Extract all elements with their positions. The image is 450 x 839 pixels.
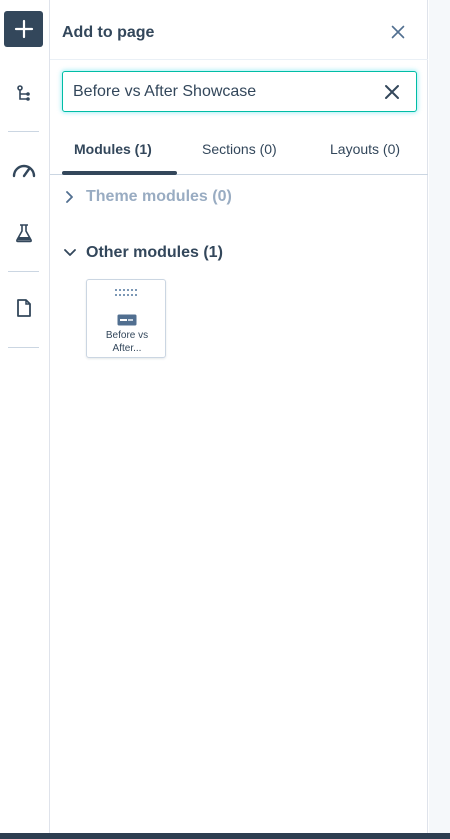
tab-layouts[interactable]: Layouts (0) (330, 141, 400, 157)
document-icon (16, 299, 31, 317)
left-toolbar (0, 0, 50, 839)
panel-header: Add to page (50, 0, 428, 60)
rail-divider (8, 271, 39, 272)
group-label: Theme modules (0) (86, 188, 232, 205)
bottom-bar (0, 833, 450, 839)
add-button[interactable] (4, 11, 43, 47)
optimize-button[interactable] (4, 152, 43, 188)
search-input[interactable] (73, 81, 373, 103)
theme-modules-group-toggle[interactable]: Theme modules (0) (62, 188, 232, 206)
chevron-down-icon (62, 245, 78, 261)
speedometer-icon (12, 164, 35, 178)
tab-sections[interactable]: Sections (0) (202, 141, 277, 157)
page-canvas-edge (429, 0, 450, 839)
plus-icon (14, 19, 33, 39)
test-button[interactable] (4, 215, 43, 251)
drag-handle-icon (115, 289, 137, 296)
module-icon (117, 314, 137, 326)
panel-title: Add to page (62, 24, 155, 41)
chevron-right-icon (62, 189, 78, 205)
flask-icon (15, 224, 32, 243)
active-tab-indicator (62, 171, 177, 175)
clear-icon (385, 85, 399, 99)
tab-modules[interactable]: Modules (1) (74, 141, 152, 157)
close-icon (391, 25, 405, 39)
rail-divider (8, 131, 39, 132)
close-panel-button[interactable] (388, 22, 408, 42)
search-field (62, 71, 417, 112)
tree-structure-icon (16, 85, 30, 101)
module-card[interactable]: Before vs After... (86, 279, 166, 358)
tab-bar: Modules (1) Sections (0) Layouts (0) (50, 130, 428, 175)
page-settings-button[interactable] (4, 290, 43, 326)
other-modules-group-toggle[interactable]: Other modules (1) (62, 244, 223, 262)
clear-search-button[interactable] (382, 82, 402, 102)
page-structure-button[interactable] (4, 76, 43, 112)
module-card-label: Before vs After... (105, 330, 149, 354)
add-to-page-panel: Add to page Modules (1) Sections (0) Lay… (50, 0, 428, 839)
group-label: Other modules (1) (86, 244, 223, 261)
rail-divider (8, 347, 39, 348)
